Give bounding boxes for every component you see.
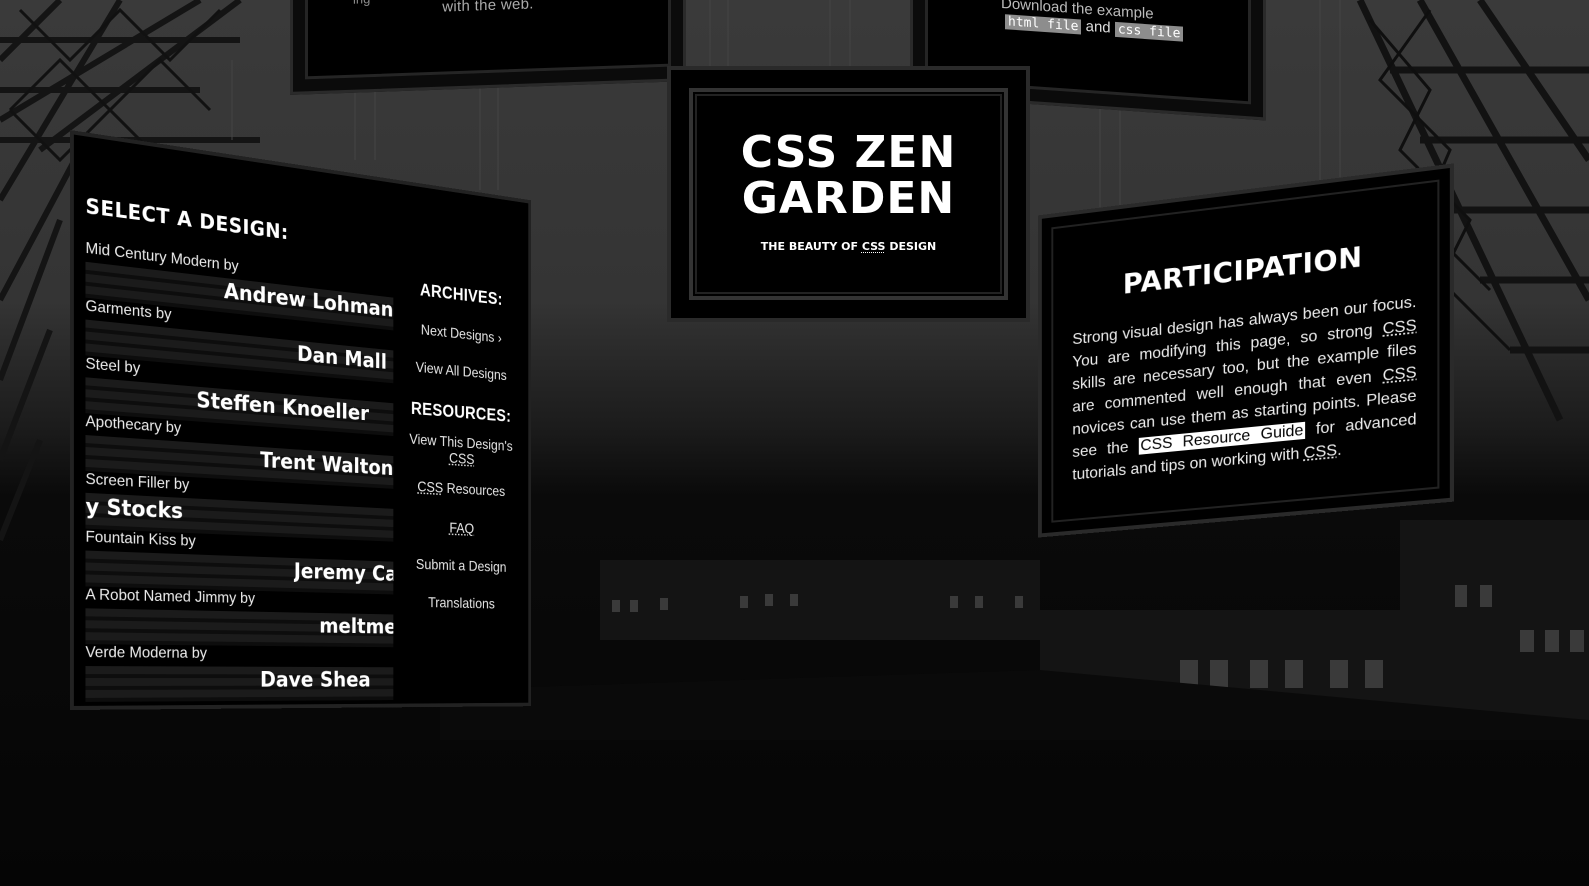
design-name[interactable]: Fountain Kiss by (85, 529, 195, 551)
css-abbr: CSS (1303, 441, 1338, 463)
design-item: A Robot Named Jimmy by meltmedia (85, 586, 394, 648)
next-designs-link[interactable]: Next Designs › (403, 321, 519, 349)
resources-section: RESOURCES: View This Design's CSS CSS Re… (403, 399, 519, 614)
subtitle-suffix: DESIGN (885, 240, 937, 253)
participation-board: PARTICIPATION Strong visual design has a… (1038, 163, 1455, 538)
faq-link[interactable]: FAQ (403, 518, 519, 539)
design-author[interactable]: y Stocks (85, 495, 183, 524)
design-item: Verde Moderna by Dave Shea (85, 644, 394, 702)
site-title: CSS ZEN GARDEN (671, 130, 1026, 222)
design-name[interactable]: A Robot Named Jimmy by (85, 586, 255, 607)
submit-design-link[interactable]: Submit a Design (403, 557, 519, 577)
participation-text-5: . (1337, 441, 1342, 460)
and-text: and (1085, 17, 1111, 37)
css-resources-link[interactable]: CSS Resources (403, 478, 519, 501)
site-title-line1: CSS ZEN (740, 127, 957, 178)
design-author[interactable]: Dave Shea (260, 669, 371, 693)
css-abbr: CSS (1382, 317, 1417, 338)
view-design-css-abbr: CSS (449, 450, 475, 468)
design-author[interactable]: meltmedia (319, 615, 393, 639)
title-board: CSS ZEN GARDEN THE BEAUTY OF CSS DESIGN (667, 66, 1030, 322)
translations-link[interactable]: Translations (403, 595, 519, 614)
faq-abbr: FAQ (449, 520, 475, 538)
design-name[interactable]: Verde Moderna by (85, 644, 207, 663)
design-selection-board: SELECT A DESIGN: Mid Century Modern by A… (70, 130, 532, 710)
archives-section: ARCHIVES: Next Designs › View All Design… (403, 279, 519, 386)
css-abbr: CSS (1382, 363, 1417, 385)
subtitle-css-abbr: CSS (861, 240, 886, 253)
site-title-line2: GARDEN (741, 173, 956, 224)
css-abbr: CSS (417, 479, 444, 497)
intro-board: ing with the web. (290, 0, 686, 95)
subtitle-prefix: THE BEAUTY OF (760, 240, 862, 253)
design-name[interactable]: Steel by (85, 355, 140, 378)
site-subtitle: THE BEAUTY OF CSS DESIGN (671, 240, 1026, 253)
view-design-css-link[interactable]: View This Design's CSS (403, 431, 519, 471)
design-author[interactable]: Jeremy Carlson (294, 560, 393, 586)
css-resources-label: Resources (443, 480, 506, 500)
